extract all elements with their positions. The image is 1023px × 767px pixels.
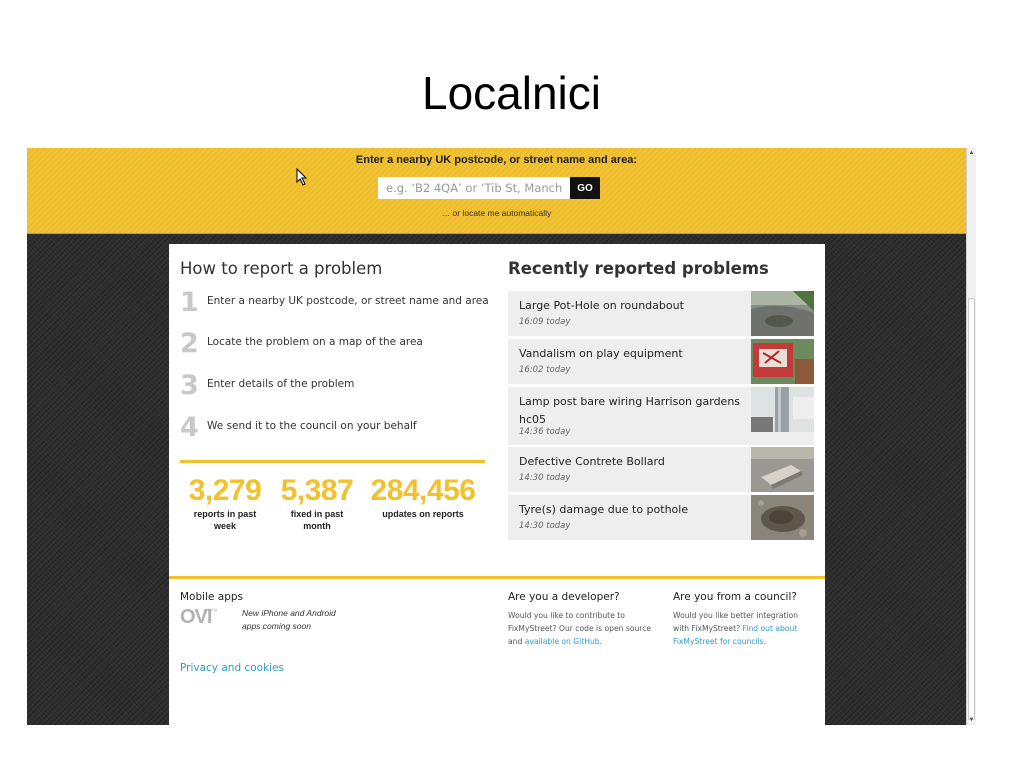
report-item[interactable]: Defective Contrete Bollard 14:30 today: [508, 447, 814, 492]
search-band: Enter a nearby UK postcode, or street na…: [27, 148, 966, 234]
step-number: 4: [180, 412, 199, 443]
stat-value: 3,279: [188, 474, 262, 507]
postcode-search-input[interactable]: [378, 177, 570, 199]
locate-me-link[interactable]: … or locate me automatically: [27, 208, 966, 218]
mobile-apps-heading: Mobile apps: [180, 591, 244, 603]
step-item: 1 Enter a nearby UK postcode, or street …: [180, 287, 489, 318]
scroll-down-icon[interactable]: ▼: [967, 715, 976, 725]
report-title[interactable]: Lamp post bare wiring Harrison gardens h…: [519, 393, 744, 429]
report-item[interactable]: Vandalism on play equipment 16:02 today: [508, 339, 814, 384]
content-card: How to report a problem 1 Enter a nearby…: [169, 244, 825, 725]
step-number: 2: [180, 328, 199, 359]
step-number: 3: [180, 370, 199, 401]
report-title[interactable]: Defective Contrete Bollard: [519, 453, 744, 471]
step-item: 2 Locate the problem on a map of the are…: [180, 329, 485, 359]
step-item: 3 Enter details of the problem: [180, 371, 485, 401]
report-item[interactable]: Lamp post bare wiring Harrison gardens h…: [508, 387, 814, 445]
stat-label: updates on reports: [382, 509, 464, 519]
step-number: 1: [180, 287, 199, 318]
bollard-thumbnail[interactable]: [751, 447, 814, 492]
footer-divider: [169, 576, 825, 579]
stat-value: 5,387: [280, 474, 354, 507]
report-title[interactable]: Tyre(s) damage due to pothole: [519, 501, 744, 519]
recent-problems-heading: Recently reported problems: [508, 259, 769, 278]
report-item[interactable]: Large Pot-Hole on roundabout 16:09 today: [508, 291, 814, 336]
lamp-post-thumbnail[interactable]: [751, 387, 814, 432]
stat-value: 284,456: [370, 474, 476, 507]
step-item: 4 We send it to the council on your beha…: [180, 413, 485, 443]
pothole-damage-thumbnail[interactable]: [751, 495, 814, 540]
privacy-cookies-link[interactable]: Privacy and cookies: [180, 662, 284, 674]
stat-updates: 284,456 updates on reports: [368, 474, 478, 520]
report-title[interactable]: Large Pot-Hole on roundabout: [519, 297, 744, 315]
mobile-apps-text: New iPhone and Android apps coming soon: [242, 608, 336, 631]
stat-label: fixed in past month: [290, 509, 344, 531]
report-time: 14:30 today: [519, 473, 571, 483]
vandalism-thumbnail[interactable]: [751, 339, 814, 384]
report-title[interactable]: Vandalism on play equipment: [519, 345, 744, 363]
council-end: .: [763, 637, 767, 646]
mouse-pointer-icon: [296, 168, 308, 186]
developer-heading: Are you a developer?: [508, 591, 620, 603]
vertical-scrollbar[interactable]: ▲ ▼: [966, 148, 976, 725]
stats-divider: [180, 460, 485, 463]
report-time: 14:30 today: [519, 521, 571, 531]
browser-viewport: Enter a nearby UK postcode, or street na…: [27, 148, 976, 725]
scroll-up-icon[interactable]: ▲: [967, 148, 976, 158]
council-heading: Are you from a council?: [673, 591, 797, 603]
scrollbar-thumb[interactable]: [968, 298, 975, 720]
step-text: Locate the problem on a map of the area: [207, 336, 423, 348]
github-link[interactable]: available on GitHub: [525, 637, 600, 646]
report-time: 16:02 today: [519, 365, 571, 375]
report-item[interactable]: Tyre(s) damage due to pothole 14:30 toda…: [508, 495, 814, 540]
developer-end: .: [599, 637, 603, 646]
council-text: Would you like better integration with F…: [673, 609, 801, 648]
stat-fixed-month: 5,387 fixed in past month: [277, 474, 357, 532]
slide-title: Localnici: [422, 67, 601, 119]
search-label: Enter a nearby UK postcode, or street na…: [355, 154, 638, 166]
step-text: Enter details of the problem: [207, 378, 355, 390]
how-to-report-heading: How to report a problem: [180, 259, 383, 278]
pothole-thumbnail[interactable]: [751, 291, 814, 336]
step-text: We send it to the council on your behalf: [207, 420, 417, 432]
go-button[interactable]: GO: [570, 177, 600, 199]
stat-reports-week: 3,279 reports in past week: [185, 474, 265, 532]
step-text: Enter a nearby UK postcode, or street na…: [207, 295, 489, 307]
report-time: 14:36 today: [519, 427, 571, 437]
nokia-logo-text: NOKIA: [205, 607, 218, 612]
stat-label: reports in past week: [193, 509, 257, 531]
report-time: 16:09 today: [519, 317, 571, 327]
developer-text: Would you like to contribute to FixMyStr…: [508, 609, 658, 648]
